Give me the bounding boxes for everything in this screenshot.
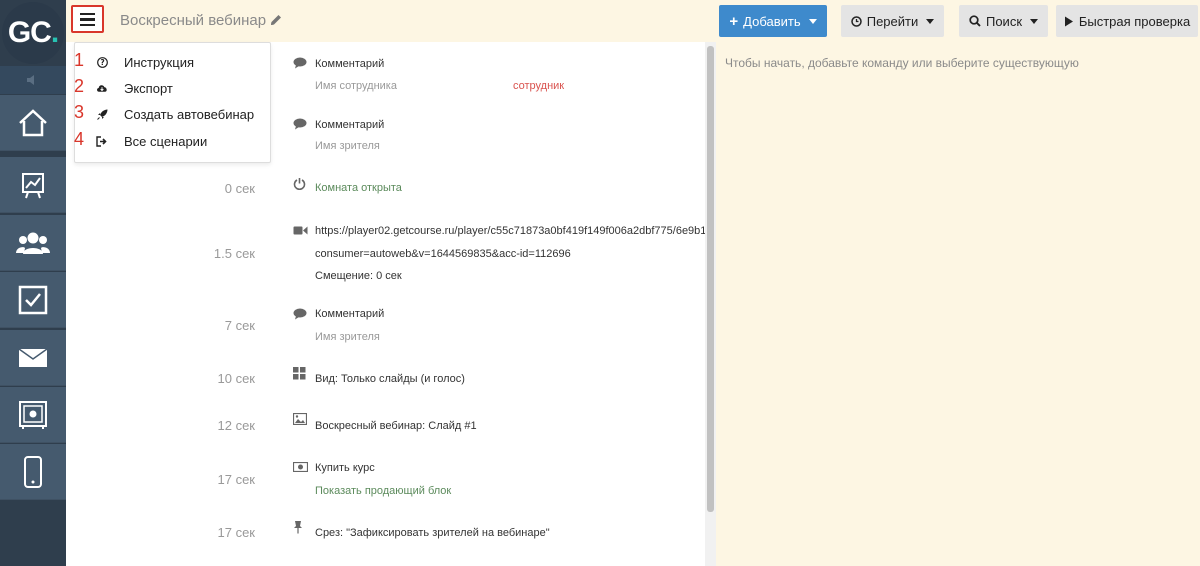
event-subtitle: Имя зрителя — [315, 331, 380, 343]
chevron-down-icon — [808, 18, 817, 24]
sidebar-item-chart[interactable] — [0, 157, 66, 213]
safe-icon — [19, 400, 47, 429]
scrollbar-thumb[interactable] — [707, 46, 714, 512]
comment-icon — [293, 118, 307, 130]
rocket-icon — [96, 108, 108, 120]
editor-hint: Чтобы начать, добавьте команду или выбер… — [725, 56, 1079, 70]
chevron-down-icon — [1030, 18, 1039, 24]
event-offset: Смещение: 0 сек — [315, 270, 402, 282]
play-icon — [1064, 16, 1073, 26]
sidebar-item-users[interactable] — [0, 215, 66, 271]
sidebar-item-mobile[interactable] — [0, 444, 66, 500]
event-title[interactable]: Вид: Только слайды (и голос) — [315, 373, 465, 385]
users-icon — [16, 232, 50, 254]
speaker-icon[interactable] — [0, 66, 66, 94]
add-button[interactable]: + Добавить — [719, 5, 827, 37]
sidebar-item-home[interactable] — [0, 95, 66, 151]
video-icon — [293, 226, 308, 235]
annotation-number: 1 — [74, 50, 85, 70]
event-time: 7 сек — [224, 318, 255, 333]
event-subtitle[interactable]: Показать продающий блок — [315, 485, 451, 497]
hamburger-icon — [80, 12, 95, 26]
hamburger-menu-button[interactable] — [71, 5, 104, 33]
sidebar: GC. — [0, 0, 66, 566]
menu-item-export[interactable]: Экспорт — [124, 81, 173, 96]
comment-icon — [293, 57, 307, 69]
event-time: 10 сек — [217, 371, 256, 386]
event-time: 17 сек — [217, 472, 256, 487]
quick-check-button[interactable]: Быстрая проверка — [1056, 5, 1198, 37]
editor-panel: Чтобы начать, добавьте команду или выбер… — [716, 42, 1200, 566]
home-icon — [19, 108, 47, 136]
sidebar-item-safe[interactable] — [0, 387, 66, 443]
question-circle-icon: ? — [96, 56, 108, 68]
power-icon — [293, 178, 306, 190]
pencil-icon[interactable] — [269, 13, 283, 27]
event-url-line2: consumer=autoweb&v=1644569835&acc-id=112… — [315, 248, 571, 260]
event-title[interactable]: Комментарий — [315, 119, 384, 131]
event-role-badge: сотрудник — [513, 80, 565, 92]
event-title[interactable]: Комментарий — [315, 308, 384, 320]
event-time: 12 сек — [217, 418, 256, 433]
event-title[interactable]: Комната открыта — [315, 182, 402, 194]
money-icon — [293, 462, 308, 472]
event-time: 0 сек — [224, 181, 255, 196]
page-title: Воскресный вебинар — [120, 12, 267, 29]
event-time: 17 сек — [217, 525, 256, 540]
annotation-number: 2 — [74, 76, 85, 96]
search-icon — [969, 15, 981, 27]
event-title[interactable]: Комментарий — [315, 58, 384, 70]
mobile-icon — [24, 455, 42, 488]
event-title[interactable]: Воскресный вебинар: Слайд #1 — [315, 420, 477, 432]
event-subtitle: Имя сотрудника — [315, 80, 397, 92]
event-title[interactable]: Купить курс — [315, 462, 375, 474]
annotation-number: 3 — [74, 102, 85, 122]
event-title[interactable]: https://player02.getcourse.ru/player/c55… — [315, 225, 705, 237]
cloud-download-icon — [96, 82, 108, 94]
plus-icon: + — [729, 12, 739, 30]
svg-text:?: ? — [100, 58, 104, 67]
go-button[interactable]: Перейти — [841, 5, 944, 37]
logo[interactable]: GC. — [2, 2, 64, 64]
menu-item-all-scenarios[interactable]: Все сценарии — [124, 134, 207, 149]
event-title[interactable]: Срез: "Зафиксировать зрителей на вебинар… — [315, 527, 550, 539]
image-icon — [293, 413, 307, 425]
chevron-down-icon — [926, 18, 935, 24]
pin-icon — [294, 521, 302, 534]
chart-icon — [22, 172, 44, 198]
event-subtitle: Имя зрителя — [315, 140, 380, 152]
event-time: 1.5 сек — [213, 246, 255, 261]
logo-text: GC. — [7, 16, 59, 49]
sidebar-item-mail[interactable] — [0, 330, 66, 386]
mail-icon — [18, 347, 48, 367]
clock-icon — [850, 15, 862, 27]
checkbox-icon — [18, 285, 48, 314]
menu-item-instruction[interactable]: Инструкция — [124, 55, 194, 70]
sign-out-icon — [96, 135, 108, 147]
search-button[interactable]: Поиск — [959, 5, 1048, 37]
layout-icon — [293, 367, 306, 380]
sidebar-item-tasks[interactable] — [0, 272, 66, 328]
menu-item-create-autowebinar[interactable]: Создать автовебинар — [124, 107, 254, 122]
comment-icon — [293, 308, 307, 320]
annotation-number: 4 — [74, 129, 85, 149]
